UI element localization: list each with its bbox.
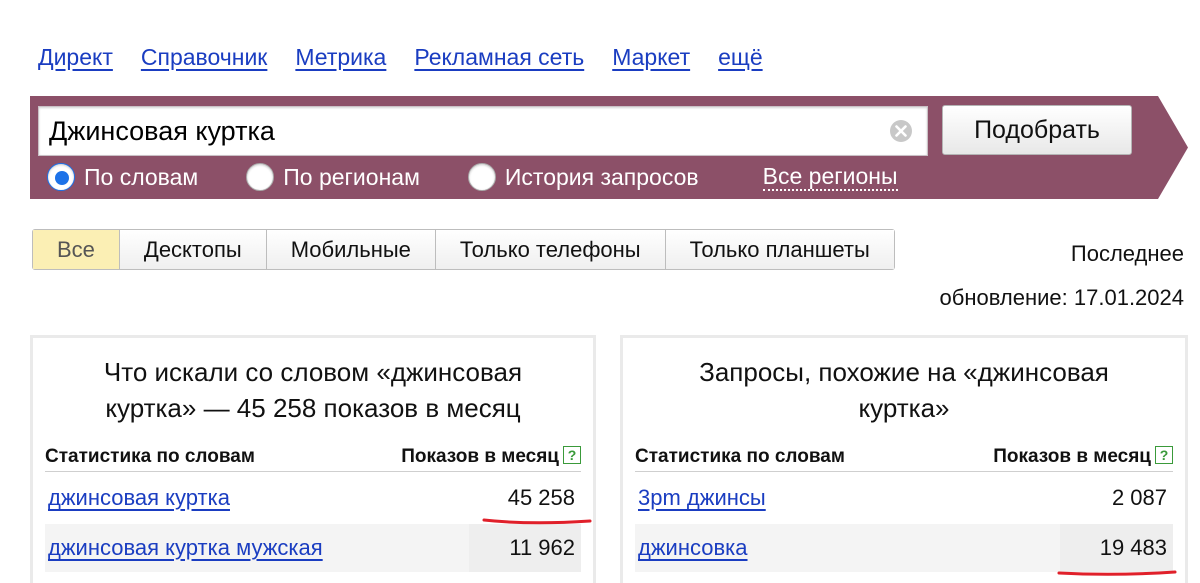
column-header-shows: Показов в месяц? bbox=[401, 446, 581, 468]
panel-title: Что искали со словом «джинсовая куртка» … bbox=[33, 354, 593, 426]
tab-tablets-only[interactable]: Только планшеты bbox=[664, 230, 894, 269]
similar-queries-panel: Запросы, похожие на «джинсовая куртка» С… bbox=[620, 335, 1188, 583]
submit-button[interactable]: Подобрать bbox=[942, 105, 1132, 155]
radio-label: История запросов bbox=[504, 163, 699, 190]
shows-count: 45 258 bbox=[507, 485, 575, 510]
radio-unchecked-icon bbox=[467, 163, 496, 191]
last-update: Последнее обновление: 17.01.2024 bbox=[940, 232, 1184, 320]
column-header-label: Показов в месяц bbox=[401, 446, 559, 467]
radio-checked-icon bbox=[47, 163, 75, 191]
table-row: 3pm джинсы 2 087 bbox=[635, 474, 1173, 522]
radio-by-regions[interactable]: По регионам bbox=[246, 163, 420, 191]
clear-icon[interactable] bbox=[889, 119, 913, 143]
table-header: Статистика по словам Показов в месяц? bbox=[45, 444, 581, 472]
column-header-label: Показов в месяц bbox=[993, 446, 1151, 467]
device-tabs: Все Десктопы Мобильные Только телефоны Т… bbox=[32, 229, 895, 270]
column-header-shows: Показов в месяц? bbox=[993, 446, 1173, 468]
help-icon[interactable]: ? bbox=[563, 446, 581, 464]
panel-title: Запросы, похожие на «джинсовая куртка» bbox=[623, 354, 1185, 426]
shows-count: 2 087 bbox=[1111, 485, 1167, 510]
tab-phones-only[interactable]: Только телефоны bbox=[434, 230, 665, 269]
radio-by-words[interactable]: По словам bbox=[47, 163, 198, 191]
words-stats-panel: Что искали со словом «джинсовая куртка» … bbox=[30, 335, 596, 583]
column-header-words: Статистика по словам bbox=[45, 446, 255, 467]
table-row: джинсовая куртка 45 258 bbox=[45, 474, 581, 522]
help-icon[interactable]: ? bbox=[1155, 446, 1173, 464]
table-header: Статистика по словам Показов в месяц? bbox=[635, 444, 1173, 472]
radio-query-history[interactable]: История запросов bbox=[467, 163, 699, 191]
nav-link-more[interactable]: ещё bbox=[718, 42, 763, 72]
nav-link-direct[interactable]: Директ bbox=[38, 42, 113, 72]
table-row: джинсовая куртка мужская 11 962 bbox=[45, 524, 581, 572]
top-nav: Директ Справочник Метрика Рекламная сеть… bbox=[38, 42, 763, 72]
keyword-link[interactable]: 3pm джинсы bbox=[635, 485, 766, 511]
radio-unchecked-icon bbox=[246, 163, 275, 191]
search-box bbox=[38, 106, 928, 156]
tab-desktops[interactable]: Десктопы bbox=[118, 230, 266, 269]
shows-count: 11 962 bbox=[469, 524, 581, 572]
nav-link-metrica[interactable]: Метрика bbox=[295, 42, 386, 72]
column-header-words: Статистика по словам bbox=[635, 446, 845, 467]
table-row: джинсовка 19 483 bbox=[635, 524, 1173, 572]
keyword-link[interactable]: джинсовка bbox=[635, 535, 748, 561]
tab-all[interactable]: Все bbox=[33, 230, 119, 269]
nav-link-market[interactable]: Маркет bbox=[612, 42, 690, 72]
panel-title-line: Что искали со словом «джинсовая bbox=[103, 357, 523, 387]
panel-title-line: Запросы, похожие на «джинсовая bbox=[699, 357, 1109, 387]
nav-link-ad-network[interactable]: Рекламная сеть bbox=[414, 42, 584, 72]
search-input[interactable] bbox=[39, 107, 879, 155]
last-update-line1: Последнее bbox=[1070, 241, 1184, 266]
keyword-link[interactable]: джинсовая куртка мужская bbox=[45, 535, 323, 561]
last-update-line2: обновление: 17.01.2024 bbox=[939, 285, 1184, 310]
all-regions-link[interactable]: Все регионы bbox=[762, 163, 898, 191]
radio-label: По словам bbox=[84, 163, 199, 190]
search-mode-group: По словам По регионам История запросов В… bbox=[47, 160, 898, 194]
tab-mobile[interactable]: Мобильные bbox=[265, 230, 435, 269]
radio-label: По регионам bbox=[283, 163, 420, 190]
shows-count: 19 483 bbox=[1059, 524, 1173, 572]
keyword-link[interactable]: джинсовая куртка bbox=[45, 485, 230, 511]
nav-link-directory[interactable]: Справочник bbox=[141, 42, 268, 72]
panel-title-line: куртка» bbox=[858, 393, 950, 423]
panel-title-line: куртка» — 45 258 показов в месяц bbox=[105, 393, 521, 423]
